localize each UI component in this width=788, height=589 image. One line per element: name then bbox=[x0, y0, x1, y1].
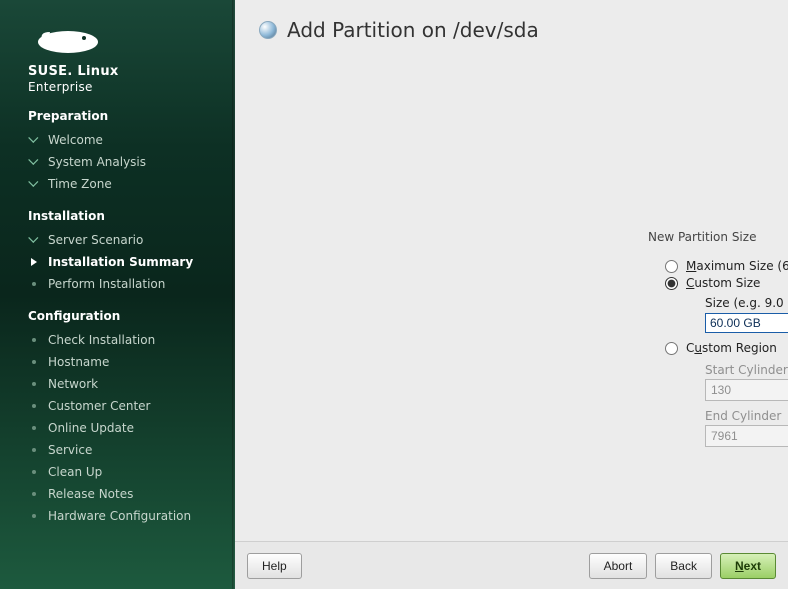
suse-logo bbox=[0, 18, 235, 64]
radio-custom-region-input[interactable] bbox=[665, 342, 678, 355]
brand-text: SUSE. Linux Enterprise bbox=[0, 64, 235, 95]
main-panel: Add Partition on /dev/sda New Partition … bbox=[235, 0, 788, 589]
nav-label: Hardware Configuration bbox=[48, 509, 191, 523]
start-cyl-label: Start Cylinder bbox=[705, 363, 788, 377]
nav-welcome[interactable]: Welcome bbox=[0, 129, 235, 151]
nav-label: Welcome bbox=[48, 133, 103, 147]
back-button[interactable]: Back bbox=[655, 553, 712, 579]
radio-max-size[interactable]: Maximum Size (60.00 GB) bbox=[665, 259, 788, 273]
size-field-label: Size (e.g. 9.0 MB or 9.0 GB) bbox=[705, 296, 788, 310]
dot-icon bbox=[28, 278, 40, 290]
nav-clean-up[interactable]: Clean Up bbox=[0, 461, 235, 483]
start-cyl-spinner: ▲ ▼ bbox=[705, 379, 788, 401]
help-button[interactable]: Help bbox=[247, 553, 302, 579]
arrow-icon bbox=[28, 256, 40, 268]
section-installation: Installation bbox=[0, 195, 235, 229]
section-configuration: Configuration bbox=[0, 295, 235, 329]
start-cyl-input bbox=[705, 379, 788, 401]
nav-label: Check Installation bbox=[48, 333, 155, 347]
nav-hardware-configuration[interactable]: Hardware Configuration bbox=[0, 505, 235, 527]
end-cyl-input bbox=[705, 425, 788, 447]
nav-perform-installation[interactable]: Perform Installation bbox=[0, 273, 235, 295]
dot-icon bbox=[28, 488, 40, 500]
radio-max-size-input[interactable] bbox=[665, 260, 678, 273]
check-icon bbox=[28, 134, 40, 146]
nav-installation-summary[interactable]: Installation Summary bbox=[0, 251, 235, 273]
dot-icon bbox=[28, 334, 40, 346]
dot-icon bbox=[28, 422, 40, 434]
nav-label: System Analysis bbox=[48, 155, 146, 169]
nav-label: Installation Summary bbox=[48, 255, 193, 269]
radio-custom-size[interactable]: Custom Size bbox=[665, 276, 788, 290]
end-cyl-label: End Cylinder bbox=[705, 409, 788, 423]
section-preparation: Preparation bbox=[0, 95, 235, 129]
nav-label: Hostname bbox=[48, 355, 109, 369]
dot-icon bbox=[28, 510, 40, 522]
dot-icon bbox=[28, 444, 40, 456]
radio-custom-size-input[interactable] bbox=[665, 277, 678, 290]
nav-configuration: Check Installation Hostname Network Cust… bbox=[0, 329, 235, 527]
nav-label: Server Scenario bbox=[48, 233, 143, 247]
check-icon bbox=[28, 178, 40, 190]
dot-icon bbox=[28, 356, 40, 368]
page-header: Add Partition on /dev/sda bbox=[235, 0, 788, 50]
abort-button[interactable]: Abort bbox=[589, 553, 648, 579]
check-icon bbox=[28, 156, 40, 168]
radio-custom-size-label: Custom Size bbox=[686, 276, 760, 290]
nav-server-scenario[interactable]: Server Scenario bbox=[0, 229, 235, 251]
dot-icon bbox=[28, 378, 40, 390]
nav-label: Customer Center bbox=[48, 399, 151, 413]
brand-line2: Enterprise bbox=[28, 80, 235, 95]
nav-label: Time Zone bbox=[48, 177, 112, 191]
nav-time-zone[interactable]: Time Zone bbox=[0, 173, 235, 195]
nav-system-analysis[interactable]: System Analysis bbox=[0, 151, 235, 173]
sidebar: SUSE. Linux Enterprise Preparation Welco… bbox=[0, 0, 235, 589]
globe-icon bbox=[259, 21, 277, 39]
nav-label: Clean Up bbox=[48, 465, 102, 479]
nav-network[interactable]: Network bbox=[0, 373, 235, 395]
brand-line1: SUSE. Linux bbox=[28, 64, 235, 80]
page-title: Add Partition on /dev/sda bbox=[287, 18, 539, 42]
nav-release-notes[interactable]: Release Notes bbox=[0, 483, 235, 505]
size-input[interactable] bbox=[705, 313, 788, 333]
radio-custom-region-label: Custom Region bbox=[686, 341, 777, 355]
nav-label: Service bbox=[48, 443, 92, 457]
radio-max-size-label: Maximum Size (60.00 GB) bbox=[686, 259, 788, 273]
nav-online-update[interactable]: Online Update bbox=[0, 417, 235, 439]
radio-custom-region[interactable]: Custom Region bbox=[665, 341, 788, 355]
nav-service[interactable]: Service bbox=[0, 439, 235, 461]
nav-label: Network bbox=[48, 377, 98, 391]
nav-label: Online Update bbox=[48, 421, 134, 435]
nav-installation: Server Scenario Installation Summary Per… bbox=[0, 229, 235, 295]
nav-label: Release Notes bbox=[48, 487, 133, 501]
end-cyl-spinner: ▲ ▼ bbox=[705, 425, 788, 447]
nav-hostname[interactable]: Hostname bbox=[0, 351, 235, 373]
dot-icon bbox=[28, 466, 40, 478]
content-area: New Partition Size Maximum Size (60.00 G… bbox=[235, 50, 788, 541]
footer-bar: Help Abort Back Next bbox=[235, 541, 788, 589]
next-button[interactable]: Next bbox=[720, 553, 776, 579]
nav-customer-center[interactable]: Customer Center bbox=[0, 395, 235, 417]
dot-icon bbox=[28, 400, 40, 412]
group-new-partition-size: New Partition Size bbox=[648, 230, 756, 244]
nav-label: Perform Installation bbox=[48, 277, 165, 291]
nav-check-installation[interactable]: Check Installation bbox=[0, 329, 235, 351]
nav-preparation: Welcome System Analysis Time Zone bbox=[0, 129, 235, 195]
check-icon bbox=[28, 234, 40, 246]
